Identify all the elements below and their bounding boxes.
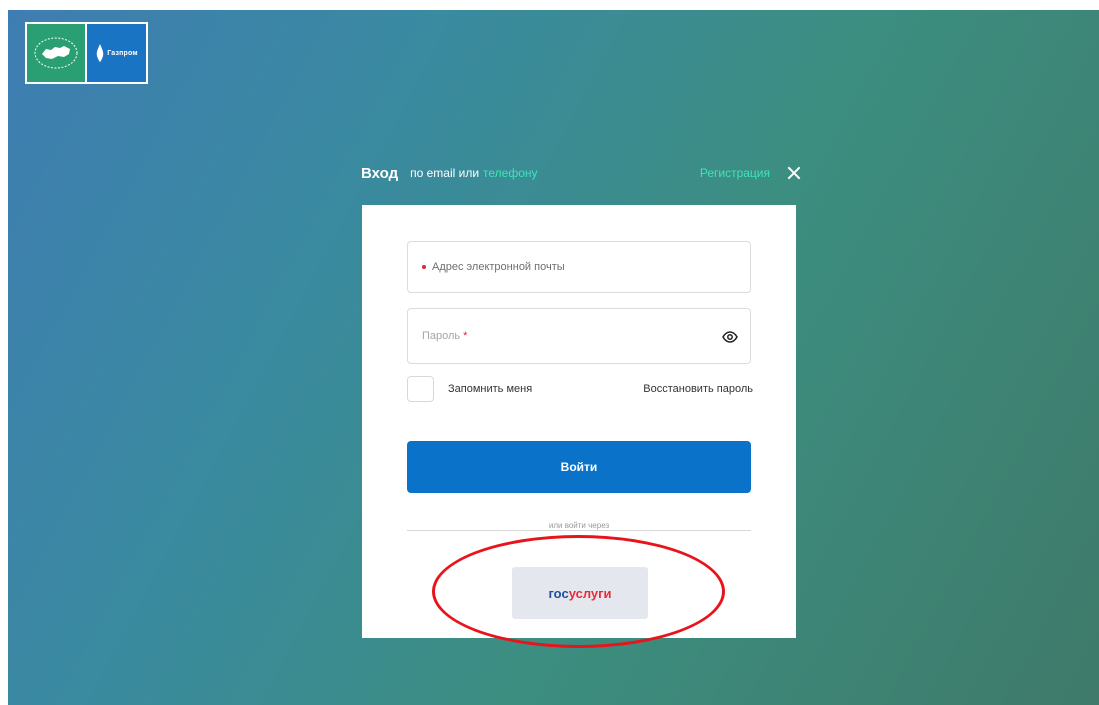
email-field[interactable]: Адрес электронной почты (407, 241, 751, 293)
alt-login-text: или войти через (548, 521, 610, 530)
flame-icon (96, 44, 104, 62)
register-link[interactable]: Регистрация (700, 166, 770, 180)
password-placeholder: Пароль (422, 330, 461, 342)
login-button[interactable]: Войти (407, 441, 751, 493)
login-header: Вход по email или телефону Регистрация (361, 160, 804, 186)
gazprom-logo-text: Газпром (107, 49, 138, 57)
email-placeholder: Адрес электронной почты (432, 261, 565, 273)
required-star: * (463, 330, 468, 342)
logo-block: Газпром (25, 22, 148, 84)
phone-login-link[interactable]: телефону (483, 166, 538, 180)
remember-checkbox[interactable] (407, 376, 434, 402)
russia-map-icon (34, 37, 78, 69)
divider (407, 530, 751, 531)
map-emblem-logo (27, 24, 87, 82)
close-icon[interactable] (786, 165, 802, 181)
page-title: Вход (361, 164, 399, 182)
password-field[interactable]: Пароль * (407, 308, 751, 364)
remember-label[interactable]: Запомнить меня (448, 383, 532, 395)
required-dot-icon (422, 265, 426, 269)
gazprom-logo: Газпром (87, 24, 146, 82)
restore-password-link[interactable]: Восстановить пароль (643, 383, 753, 395)
highlight-annotation (432, 535, 725, 648)
eye-icon[interactable] (722, 329, 738, 345)
login-method-text: по email или (410, 166, 480, 180)
remember-row: Запомнить меня Восстановить пароль (407, 376, 753, 402)
